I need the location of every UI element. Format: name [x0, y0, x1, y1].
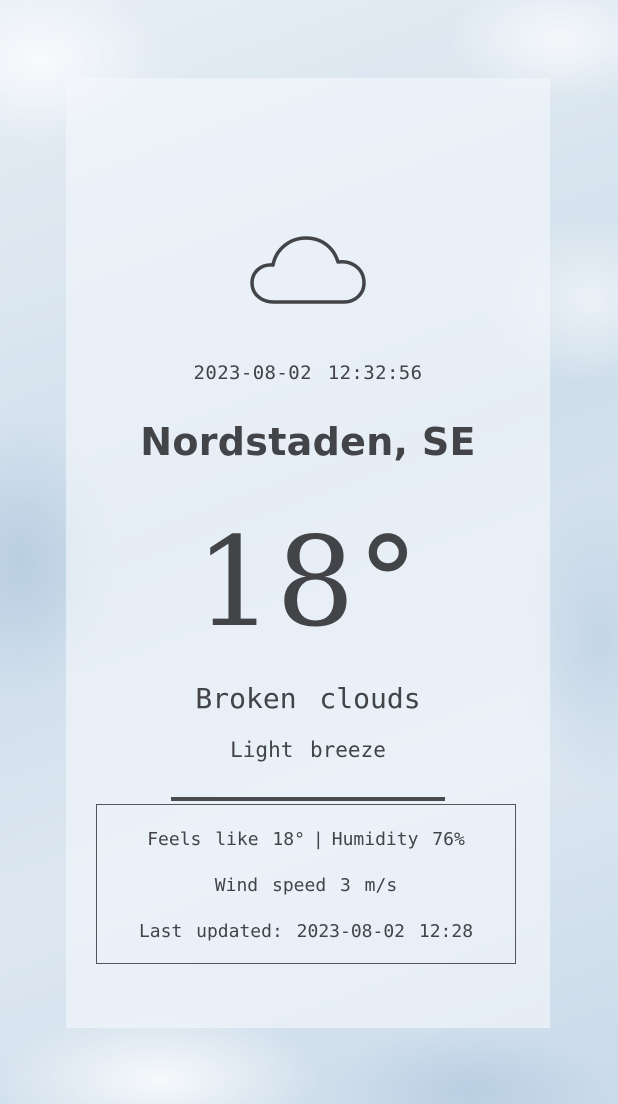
last-updated-text: Last updated: 2023-08-02 12:28 [138, 921, 474, 942]
weather-condition: Broken clouds [195, 682, 421, 715]
cloud-icon [250, 236, 366, 304]
current-datetime: 2023-08-02 12:32:56 [193, 362, 423, 384]
humidity-text: Humidity 76% [331, 829, 465, 850]
feels-humidity-line: Feels like 18° | Humidity 76% [97, 829, 515, 850]
location-title: Nordstaden, SE [140, 420, 476, 464]
wind-description: Light breeze [230, 738, 386, 762]
separator: | [312, 829, 324, 850]
divider [171, 797, 445, 801]
weather-card: 2023-08-02 12:32:56 Nordstaden, SE 18° B… [66, 78, 550, 1028]
temperature-value: 18° [195, 511, 421, 655]
details-box: Feels like 18° | Humidity 76% Wind speed 3… [96, 804, 516, 964]
wind-speed-text: Wind speed 3 m/s [214, 875, 398, 896]
feels-like-text: Feels like 18° [147, 829, 305, 850]
